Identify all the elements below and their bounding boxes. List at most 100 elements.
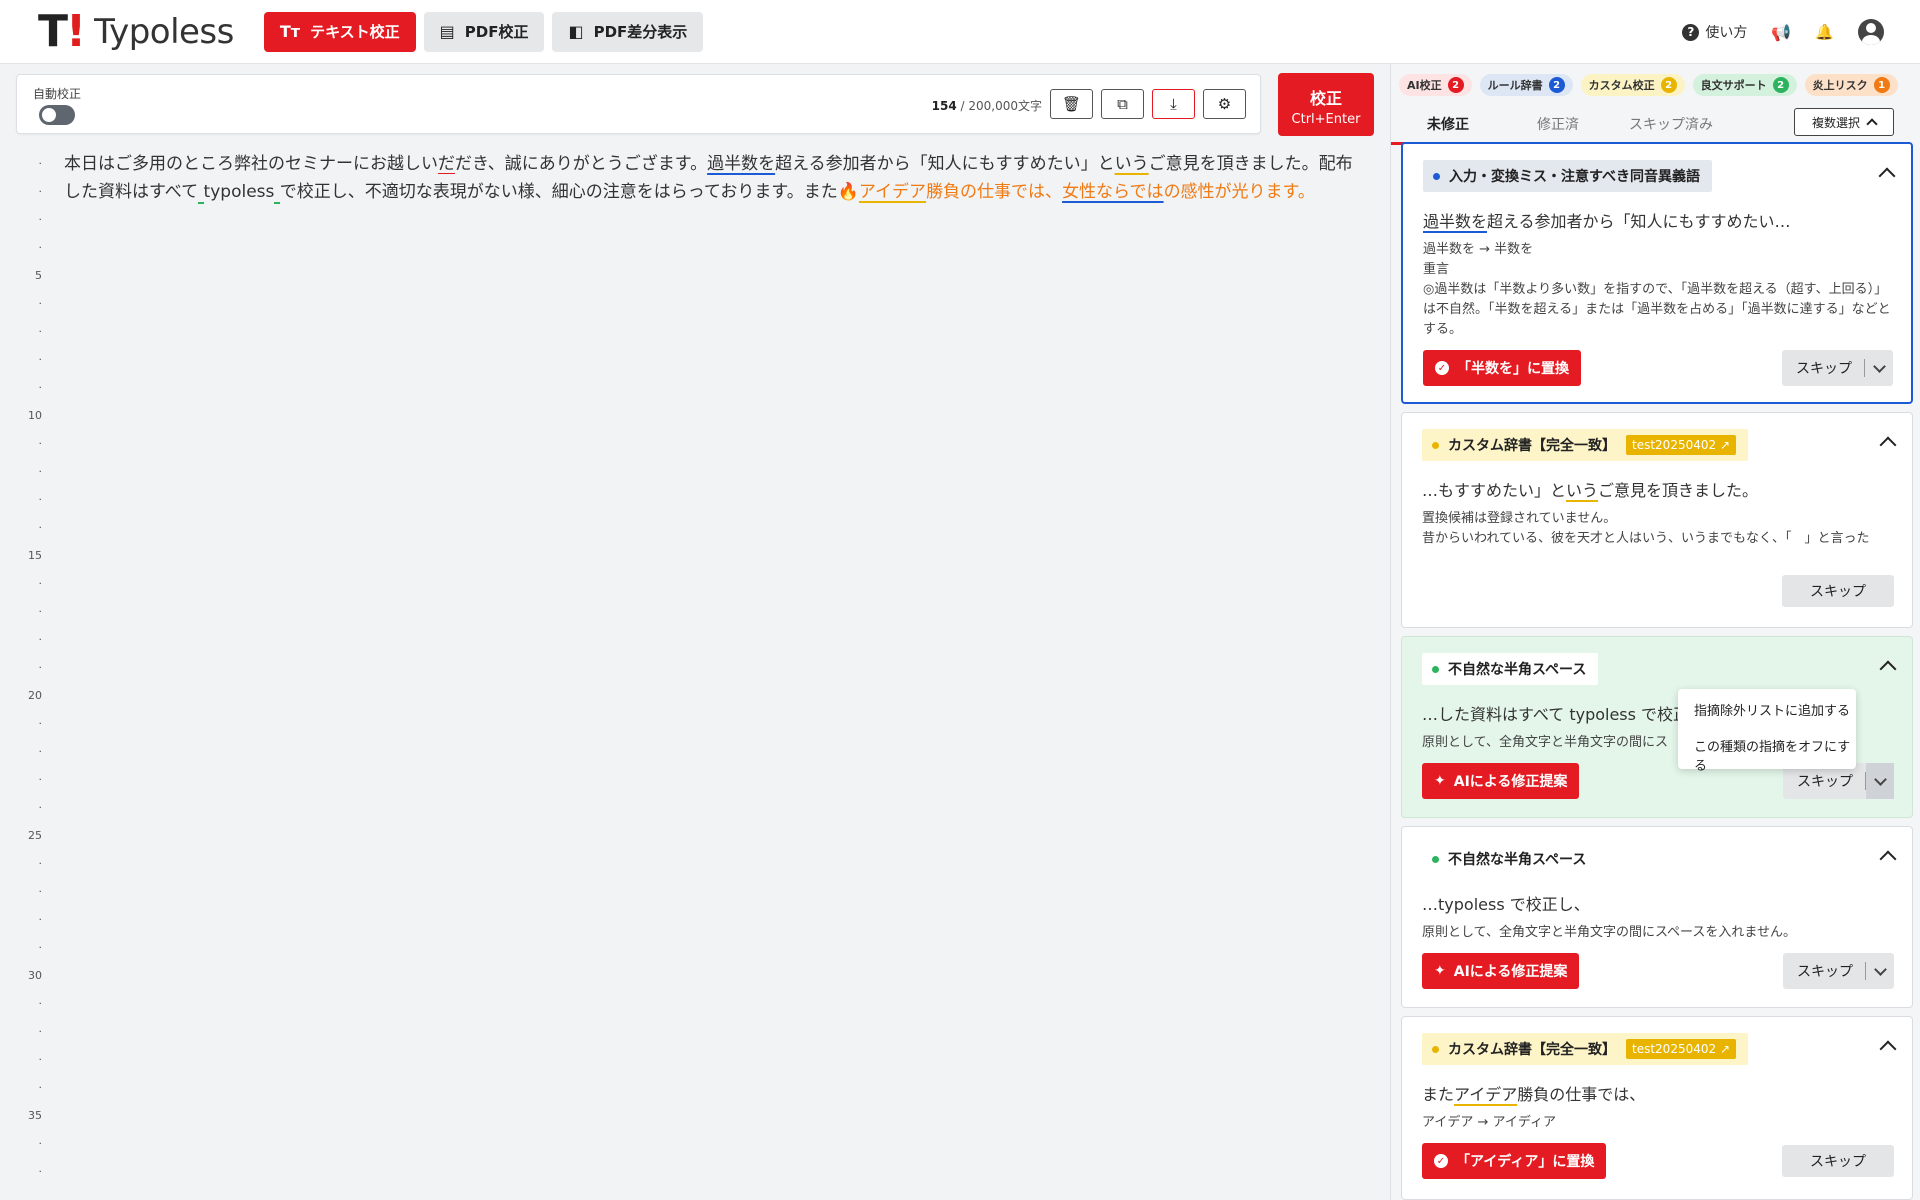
editor-segment: で校正し、不適切な表現がない様、細心の注意をはらっております。また — [279, 182, 838, 202]
copy-button[interactable]: ⧉ — [1101, 89, 1144, 119]
dictionary-link[interactable]: test20250402 ↗ — [1626, 1039, 1737, 1059]
category-count-badge: 2 — [1548, 77, 1565, 93]
issue-detail: アイデア → アイディア — [1422, 1115, 1556, 1130]
download-button[interactable]: ⤓ — [1152, 89, 1195, 119]
download-icon: ⤓ — [1170, 95, 1177, 113]
check-icon: ✓ — [1435, 361, 1449, 375]
line-dot: · — [38, 1053, 43, 1066]
dictionary-link[interactable]: test20250402 ↗ — [1626, 435, 1737, 455]
issue-card-idea[interactable]: カスタム辞書【完全一致】 test20250402 ↗ またアイデア勝負の仕事では… — [1401, 1016, 1913, 1200]
line-dot: · — [38, 381, 43, 394]
results-panel: AI校正 2 ルール辞書 2 カスタム校正 2 良文サポート 2 炎上リスク 1 未修正 修正済 … — [1390, 64, 1920, 1200]
settings-button[interactable]: ⚙ — [1203, 89, 1246, 119]
skip-button[interactable]: スキップ — [1783, 953, 1894, 989]
nav-pdf-proofread-button[interactable]: ▤ PDF校正 — [423, 11, 545, 52]
skip-button[interactable]: スキップ — [1782, 350, 1893, 386]
issue-card-halfwidth-space-2[interactable]: 不自然な半角スペース …typoless で校正し、 原則として、全角文字と半角… — [1401, 826, 1913, 1008]
chevron-down-icon[interactable] — [1866, 763, 1894, 799]
action-label: 「アイディア」に置換 — [1456, 1154, 1595, 1170]
issue-type-tag: カスタム辞書【完全一致】 test20250402 ↗ — [1422, 429, 1749, 461]
chevron-up-icon[interactable] — [1880, 435, 1894, 449]
line-dot: · — [38, 185, 43, 198]
line-number: 10 — [28, 409, 42, 422]
editor-text-area[interactable]: 本日はご多用のところ弊社のセミナーにお越しいだだき、誠にありがとうござます。過半… — [64, 150, 1364, 206]
line-dot: · — [38, 605, 43, 618]
skip-button[interactable]: スキップ — [1782, 575, 1894, 607]
multi-select-label: 複数選択 — [1811, 115, 1860, 130]
nav-pdf-diff-button[interactable]: ◧ PDF差分表示 — [552, 11, 704, 52]
editor-segment: だ — [438, 154, 455, 174]
line-dot: · — [38, 1137, 43, 1150]
line-number: 25 — [28, 829, 42, 842]
typoless-logo[interactable]: T! Typoless — [38, 0, 234, 64]
editor-segment: 超える参加者から「知人にもすすめたい」と — [775, 154, 1115, 174]
line-gutter: · · · · 5 · · · · 10 · · · · 15 · · · · 20 · · · · 25 · · · · 30 · · · · 3… — [0, 150, 50, 1200]
ai-suggest-button[interactable]: ✦ AIによる修正提案 — [1422, 763, 1580, 799]
category-filter-chip[interactable]: カスタム校正 2 — [1580, 74, 1685, 96]
line-dot: · — [38, 1081, 43, 1094]
chevron-down-icon[interactable] — [1866, 953, 1894, 989]
excerpt-pre: …もすすめたい」と — [1422, 481, 1567, 500]
category-count-badge: 2 — [1772, 77, 1789, 93]
line-dot: · — [38, 521, 43, 534]
chevron-up-icon[interactable] — [1879, 166, 1893, 180]
editor-segment: 過半数を — [707, 154, 776, 174]
chevron-up-icon — [1866, 118, 1878, 130]
run-shortcut: Ctrl+Enter — [1291, 112, 1361, 127]
line-dot: · — [38, 885, 43, 898]
category-count-badge: 1 — [1873, 77, 1890, 93]
auto-proofread-label: 自動校正 — [33, 87, 82, 101]
issue-type-tag: 入力・変換ミス・注意すべき同音異義語 — [1423, 160, 1713, 192]
menu-item-add-exclusion[interactable]: 指摘除外リストに追加する — [1694, 700, 1850, 719]
editor-segment: 女性ならでは — [1062, 182, 1164, 202]
logo-mark: T! — [38, 5, 86, 57]
help-icon: ? — [1682, 23, 1700, 41]
multi-select-button[interactable]: 複数選択 — [1794, 108, 1894, 136]
tag-label: カスタム辞書【完全一致】 — [1448, 438, 1616, 454]
line-dot: · — [38, 717, 43, 730]
avatar[interactable] — [1858, 19, 1884, 45]
dictionary-name: test20250402 — [1632, 438, 1717, 452]
line-number: 15 — [28, 549, 42, 562]
category-label: 良文サポート — [1700, 79, 1767, 92]
category-filter-chip[interactable]: 炎上リスク 1 — [1804, 74, 1898, 96]
tab-skipped[interactable]: スキップ済み — [1629, 114, 1713, 134]
tab-unfixed[interactable]: 未修正 — [1427, 114, 1469, 134]
help-link[interactable]: ? 使い方 — [1682, 22, 1747, 42]
replace-button[interactable]: ✓ 「半数を」に置換 — [1423, 350, 1581, 386]
issue-detail: 過半数を → 半数を 重言 ◎過半数は「半数より多い数」を指すので、「過半数を超… — [1423, 240, 1895, 340]
nav-text-proofread-button[interactable]: Tт テキスト校正 — [263, 11, 416, 52]
issue-excerpt: またアイデア勝負の仕事では、 — [1422, 1081, 1645, 1105]
line-dot: · — [38, 997, 43, 1010]
category-filter-chip[interactable]: ルール辞書 2 — [1479, 74, 1573, 96]
tab-fixed[interactable]: 修正済 — [1537, 114, 1579, 134]
run-proofread-button[interactable]: 校正 Ctrl+Enter — [1278, 73, 1374, 136]
category-count-badge: 2 — [1447, 77, 1464, 93]
nav-label: PDF差分表示 — [593, 23, 688, 41]
replace-button[interactable]: ✓ 「アイディア」に置換 — [1422, 1143, 1607, 1179]
issue-excerpt: …した資料はすべて typoless で校正 — [1422, 705, 1690, 724]
category-filter-chip[interactable]: AI校正 2 — [1399, 74, 1472, 96]
menu-item-disable-type[interactable]: この種類の指摘をオフにする — [1694, 736, 1856, 774]
ai-suggest-button[interactable]: ✦ AIによる修正提案 — [1422, 953, 1580, 989]
line-dot: · — [38, 465, 43, 478]
skip-button[interactable]: スキップ — [1782, 1145, 1894, 1177]
chevron-up-icon[interactable] — [1880, 1039, 1894, 1053]
chevron-up-icon[interactable] — [1880, 659, 1894, 673]
issue-card-kahansu[interactable]: 入力・変換ミス・注意すべき同音異義語 過半数を超える参加者から「知人にもすすめた… — [1401, 142, 1913, 404]
tag-label: 入力・変換ミス・注意すべき同音異義語 — [1449, 169, 1701, 185]
category-count-badge: 2 — [1660, 77, 1677, 93]
detail-line: 過半数を → 半数を — [1423, 242, 1534, 257]
char-limit: / 200,000文字 — [960, 99, 1042, 113]
issue-card-iu[interactable]: カスタム辞書【完全一致】 test20250402 ↗ …もすすめたい」というご意… — [1401, 412, 1913, 628]
chevron-down-icon[interactable] — [1865, 350, 1893, 386]
megaphone-icon[interactable]: 📢 — [1771, 23, 1791, 42]
bell-icon[interactable]: 🔔 — [1815, 23, 1834, 41]
issue-detail: 置換候補は登録されていません。 昔からいわれている、彼を天才と人はいう、いうまで… — [1422, 509, 1896, 549]
chevron-up-icon[interactable] — [1880, 849, 1894, 863]
category-label: ルール辞書 — [1487, 79, 1543, 92]
delete-button[interactable]: 🗑 — [1050, 89, 1093, 119]
category-filter-chip[interactable]: 良文サポート 2 — [1692, 74, 1797, 96]
auto-proofread-toggle[interactable] — [39, 105, 75, 125]
nav-label: PDF校正 — [464, 23, 529, 41]
